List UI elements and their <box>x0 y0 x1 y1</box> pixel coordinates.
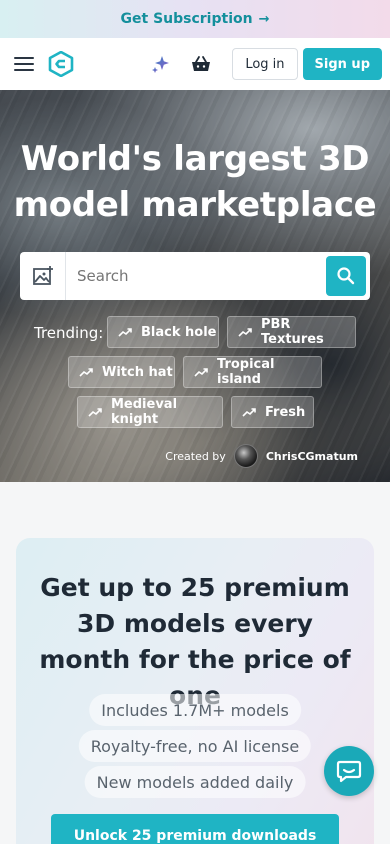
trending-chip-label: Tropical island <box>217 357 275 387</box>
trending-chip[interactable]: Black hole <box>107 316 219 348</box>
subscription-promo-bar[interactable]: Get Subscription → <box>0 0 390 38</box>
hero-section: World's largest 3D model marketplace Tre… <box>0 90 390 482</box>
credit-author-link[interactable]: ChrisCGmatum <box>266 450 358 463</box>
trending-chip-label: PBR Textures <box>261 317 324 347</box>
trending-icon <box>118 328 132 337</box>
logo-icon[interactable] <box>48 51 74 77</box>
signup-button[interactable]: Sign up <box>302 48 382 80</box>
trending-chip[interactable]: Fresh <box>231 396 314 428</box>
credit-prefix: Created by <box>165 449 226 463</box>
trending-chip-label: Fresh <box>265 404 306 420</box>
unlock-downloads-button[interactable]: Unlock 25 premium downloads <box>51 814 339 844</box>
trending-chip[interactable]: Medieval knight <box>77 396 223 428</box>
trending-icon <box>79 368 93 377</box>
search-input[interactable] <box>66 252 326 300</box>
trending-icon <box>238 328 252 337</box>
feature-pill: Includes 1.7M+ models <box>89 694 301 726</box>
image-credit: Created by ChrisCGmatum <box>165 444 358 468</box>
search-button[interactable] <box>326 256 366 296</box>
subscription-title: Get up to 25 premium 3D models every mon… <box>39 573 351 710</box>
trending-chip[interactable]: Tropical island <box>183 356 322 388</box>
trending-icon <box>88 408 102 417</box>
feature-pill: New models added daily <box>84 766 306 798</box>
feature-pill: Royalty-free, no AI license <box>78 730 312 762</box>
login-button[interactable]: Log in <box>232 48 298 80</box>
trending-icon <box>242 408 256 417</box>
search-bar <box>20 252 370 300</box>
hero-title: World's largest 3D model marketplace <box>13 139 377 225</box>
trending-chip[interactable]: PBR Textures <box>227 316 356 348</box>
trending-chip[interactable]: Witch hat <box>68 356 175 388</box>
trending-icon <box>194 368 208 377</box>
chat-button[interactable] <box>324 746 374 796</box>
subscription-card: Get up to 25 premium 3D models every mon… <box>16 538 374 844</box>
promo-label: Get Subscription <box>120 11 253 27</box>
basket-icon[interactable] <box>190 53 212 75</box>
hamburger-menu-icon[interactable] <box>14 57 34 71</box>
arrow-right-icon: → <box>258 11 270 27</box>
trending-label: Trending: <box>34 324 104 342</box>
trending-chip-label: Medieval knight <box>111 397 178 427</box>
avatar[interactable] <box>233 444 258 468</box>
image-search-icon[interactable] <box>20 252 66 300</box>
trending-chip-label: Black hole <box>141 324 217 340</box>
search-icon <box>337 267 355 285</box>
trending-chip-label: Witch hat <box>102 364 173 380</box>
sparkle-ai-icon[interactable] <box>150 53 172 75</box>
chat-icon <box>336 760 362 783</box>
site-header: Log in Sign up <box>0 38 390 90</box>
